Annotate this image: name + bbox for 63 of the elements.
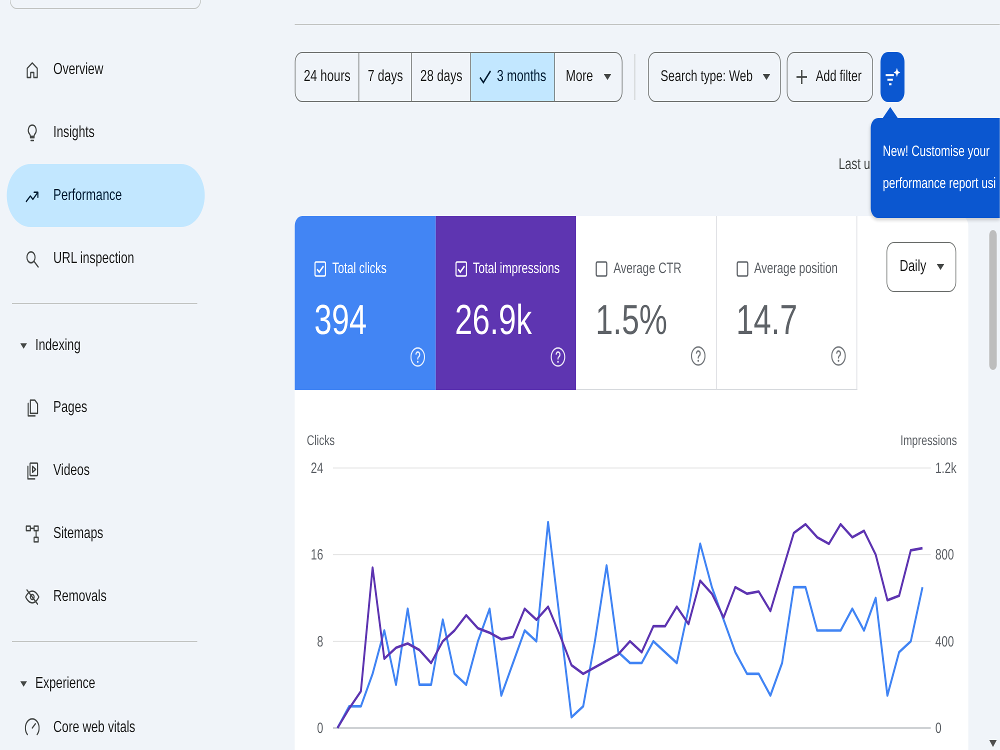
metric-card[interactable]: Average position 14.7	[716, 216, 858, 390]
axis-tick-label: 0	[317, 719, 324, 736]
pages-icon	[24, 398, 40, 418]
metric-value: 14.7	[736, 296, 798, 344]
axis-tick-label: 1.2k	[935, 459, 956, 476]
help-icon[interactable]	[690, 346, 706, 366]
date-range-tab[interactable]: 3 months	[471, 53, 556, 101]
checkbox[interactable]	[736, 261, 748, 277]
search-field[interactable]	[10, 0, 201, 9]
gauge-icon	[24, 718, 40, 738]
nav-item[interactable]: Videos	[6, 439, 205, 502]
metric-label: Total clicks	[332, 260, 387, 278]
axis-tick-label: 24	[310, 459, 324, 476]
nav-item[interactable]: Overview	[6, 38, 205, 101]
axis-tick-label: 400	[935, 632, 954, 650]
add-filter-button[interactable]: Add filter	[786, 52, 873, 102]
home-icon	[24, 60, 40, 80]
eye-slash-icon	[24, 586, 40, 606]
nav-item[interactable]: Performance	[6, 164, 205, 227]
metric-value: 394	[314, 296, 368, 344]
search-icon	[24, 248, 40, 268]
axis-title: Impressions	[900, 431, 957, 449]
date-range-tab[interactable]: 24 hours	[296, 53, 360, 101]
caret-icon	[762, 74, 770, 80]
scrollbar-thumb[interactable]	[989, 230, 997, 370]
metric-value: 26.9k	[454, 296, 533, 344]
check-icon	[480, 70, 492, 84]
caret-icon	[936, 264, 944, 270]
metric-label: Total impressions	[472, 260, 560, 278]
nav-item[interactable]: Core web vitals	[6, 714, 205, 742]
last-updated-text: Last u	[838, 155, 870, 175]
scroll-down-arrow-icon[interactable]	[989, 740, 997, 747]
checkbox[interactable]	[596, 261, 608, 277]
customize-button[interactable]	[880, 52, 904, 102]
nav-item[interactable]: Insights	[6, 101, 205, 164]
video-icon	[24, 460, 40, 480]
metric-label: Average CTR	[614, 260, 682, 278]
sitemap-icon	[24, 524, 40, 544]
metric-card[interactable]: Average CTR 1.5%	[576, 216, 717, 390]
filter-sparkle-icon	[884, 67, 901, 87]
caret-icon	[604, 74, 612, 80]
nav-item[interactable]: Pages	[6, 376, 205, 439]
tooltip: New! Customise your performance report usi	[870, 118, 1000, 218]
section-toggle[interactable]: Indexing	[6, 316, 81, 376]
plus-icon	[796, 70, 807, 84]
date-range-tab[interactable]: 7 days	[359, 53, 412, 101]
more-dropdown[interactable]: More	[555, 53, 622, 101]
tooltip-pointer-icon	[882, 107, 898, 118]
nav-item[interactable]: Removals	[6, 565, 205, 628]
nav-item[interactable]: URL inspection	[6, 227, 205, 290]
axis-title: Clicks	[306, 431, 335, 449]
axis-tick-label: 800	[935, 546, 954, 564]
section-toggle[interactable]: Experience	[6, 654, 96, 714]
axis-tick-label: 0	[935, 719, 942, 736]
axis-tick-label: 16	[310, 546, 324, 564]
metric-label: Average position	[754, 260, 838, 278]
filter-dropdown[interactable]: Search type: Web	[648, 52, 780, 102]
nav-item[interactable]: Sitemaps	[6, 502, 205, 565]
axis-tick-label: 8	[317, 632, 324, 650]
metric-value: 1.5%	[596, 296, 668, 344]
granularity-dropdown[interactable]: Daily	[886, 242, 956, 292]
help-icon[interactable]	[831, 346, 846, 366]
lightbulb-icon	[24, 122, 40, 142]
